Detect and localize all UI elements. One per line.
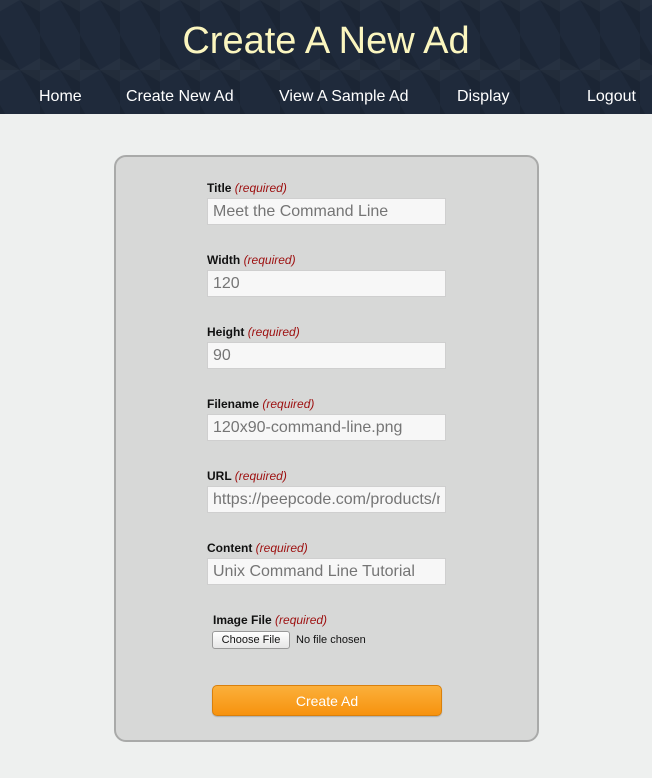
width-label: Width (required) [207, 253, 296, 267]
required-marker: (required) [255, 541, 308, 555]
site-header: Create A New Ad Home Create New Ad View … [0, 0, 652, 114]
content-input[interactable] [207, 558, 446, 585]
nav-sample-ad-link[interactable]: View A Sample Ad [279, 87, 409, 107]
height-label: Height (required) [207, 325, 300, 339]
required-marker: (required) [275, 613, 328, 627]
file-status-text: No file chosen [296, 634, 366, 646]
image-file-label: Image File (required) [213, 613, 328, 627]
nav-home-link[interactable]: Home [39, 87, 82, 107]
width-input[interactable] [207, 270, 446, 297]
content-label: Content (required) [207, 541, 308, 555]
nav-logout-link[interactable]: Logout [587, 87, 636, 107]
page-title: Create A New Ad [182, 20, 470, 62]
required-marker: (required) [234, 469, 287, 483]
required-marker: (required) [247, 325, 300, 339]
title-label: Title (required) [207, 181, 287, 195]
title-input[interactable] [207, 198, 446, 225]
filename-input[interactable] [207, 414, 446, 441]
create-ad-button[interactable]: Create Ad [212, 685, 442, 716]
url-input[interactable] [207, 486, 446, 513]
required-marker: (required) [234, 181, 287, 195]
filename-label: Filename (required) [207, 397, 315, 411]
nav-create-ad-link[interactable]: Create New Ad [126, 87, 234, 107]
required-marker: (required) [262, 397, 315, 411]
required-marker: (required) [243, 253, 296, 267]
url-label: URL (required) [207, 469, 287, 483]
nav-display-link[interactable]: Display [457, 87, 509, 107]
choose-file-button[interactable]: Choose File [212, 631, 290, 649]
height-input[interactable] [207, 342, 446, 369]
create-ad-form: Title (required) Width (required) Height… [114, 155, 539, 742]
